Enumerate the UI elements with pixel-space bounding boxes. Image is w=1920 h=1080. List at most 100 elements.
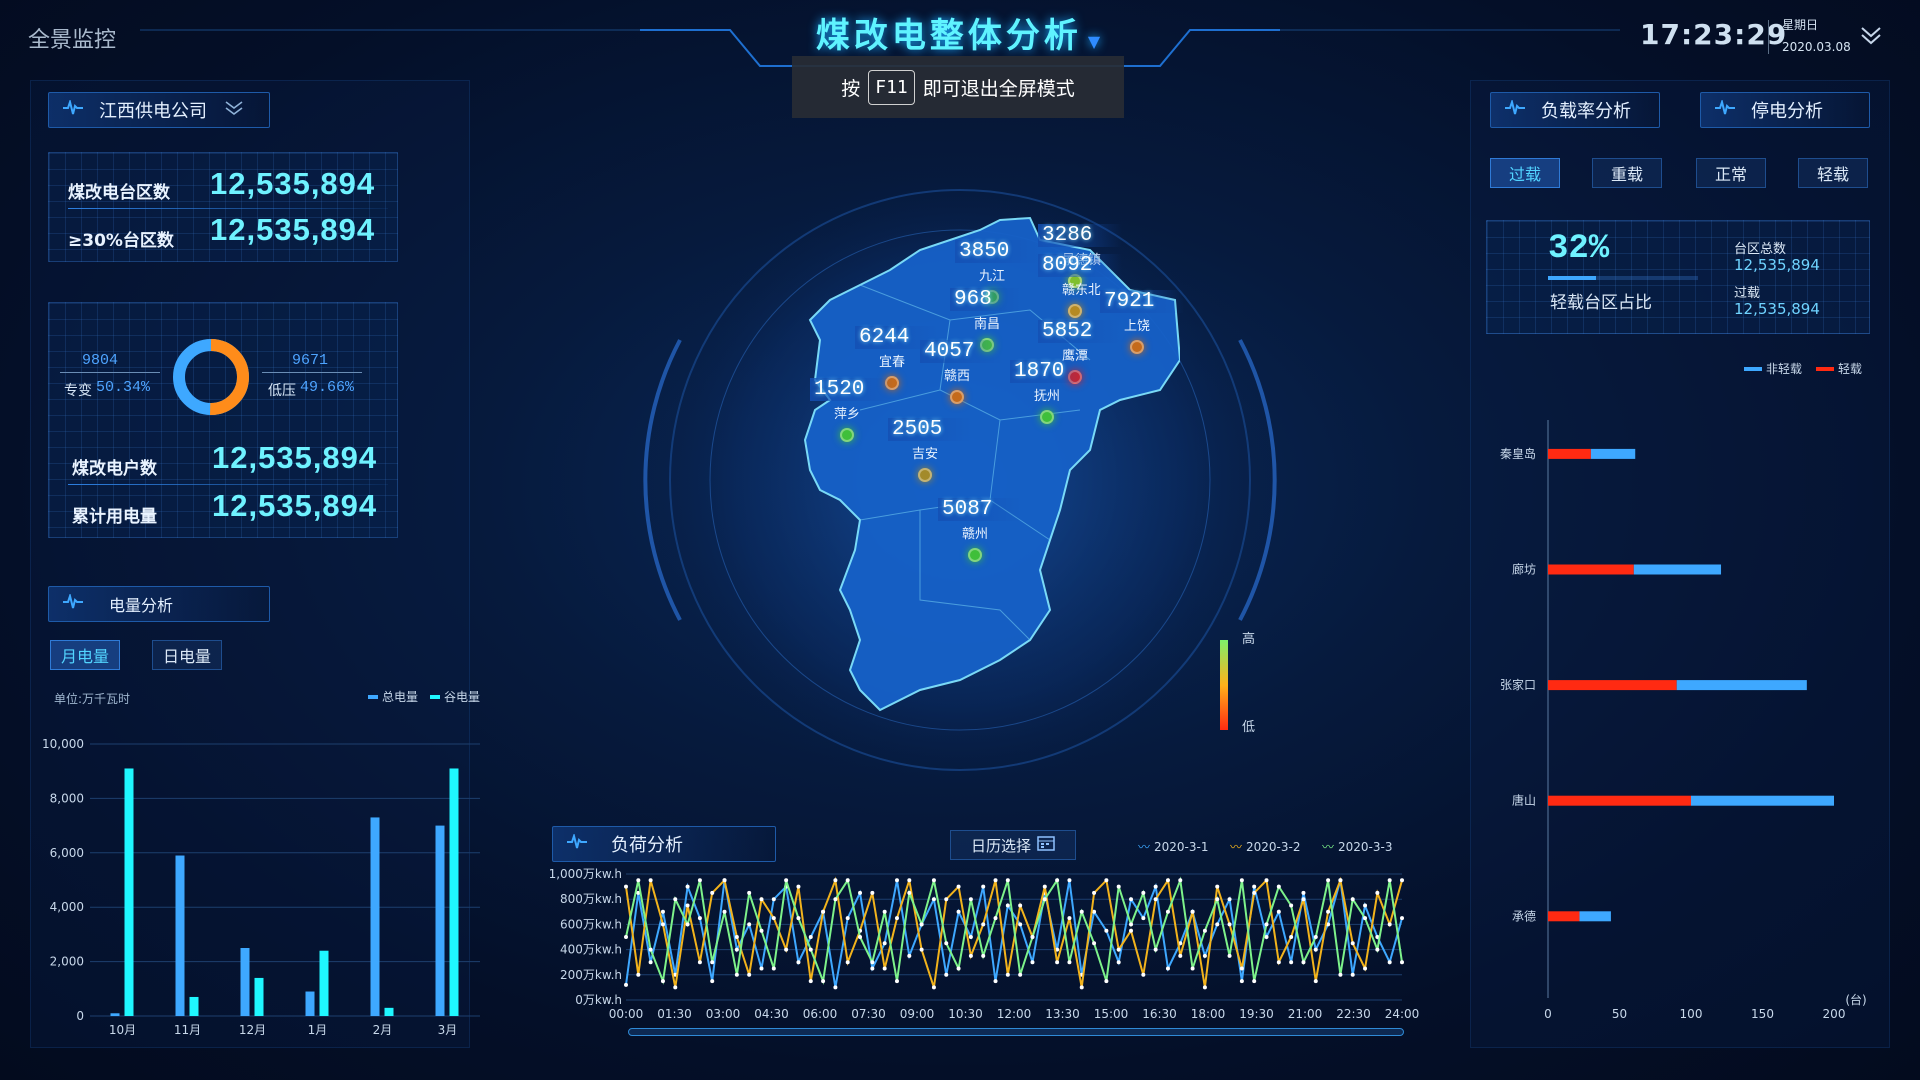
chevron-double-down-icon[interactable]: [1856, 20, 1886, 50]
data-point: [1141, 972, 1146, 977]
data-point: [1350, 897, 1355, 902]
tab-outage[interactable]: 停电分析: [1700, 92, 1870, 128]
data-point: [1055, 960, 1060, 965]
map-region-marker[interactable]: 4057 赣西: [920, 340, 1005, 404]
page-title-text: 煤改电整体分析: [815, 16, 1082, 56]
data-point: [968, 897, 973, 902]
data-point: [931, 878, 936, 883]
data-point: [1018, 972, 1023, 977]
data-point: [1067, 960, 1072, 965]
region-value: 968: [950, 288, 1022, 311]
data-point: [1092, 941, 1097, 946]
x-tick-label: 12:00: [997, 1007, 1032, 1021]
legend-swatch: [368, 694, 378, 699]
company-selector[interactable]: 江西供电公司: [48, 92, 270, 128]
line-legend-icon: 〰: [1230, 840, 1243, 854]
stat-value-households: 12,535,894: [212, 440, 378, 475]
total-value: 12,535,894: [1734, 256, 1820, 274]
time-range-scrollbar[interactable]: [628, 1028, 1404, 1036]
data-point: [771, 916, 776, 921]
filter-heavy[interactable]: 重载: [1592, 158, 1662, 188]
clock-divider: [1768, 20, 1769, 54]
donut-left-value: 9804: [82, 352, 119, 369]
data-point: [870, 890, 875, 895]
map-region-marker[interactable]: 5087 赣州: [938, 498, 1023, 562]
data-point: [1116, 884, 1121, 889]
data-point: [1030, 960, 1035, 965]
tab-daily[interactable]: 日电量: [152, 640, 222, 670]
filter-normal[interactable]: 正常: [1696, 158, 1766, 188]
data-point: [1252, 979, 1257, 984]
donut-right-value: 9671: [292, 352, 329, 369]
map-legend-gradient: [1220, 640, 1228, 730]
bar: [124, 768, 134, 1016]
data-point: [771, 966, 776, 971]
filter-overload[interactable]: 过载: [1490, 158, 1560, 188]
data-point: [1202, 928, 1207, 933]
data-point: [660, 909, 665, 914]
calendar-label: 日历选择: [970, 836, 1031, 855]
x-tick-label: 22:30: [1336, 1007, 1371, 1021]
hint-suffix: 即可退出全屏模式: [922, 77, 1075, 100]
legend-day2[interactable]: 〰 2020-3-2: [1230, 838, 1300, 855]
page-title[interactable]: 煤改电整体分析 ▼: [800, 8, 1120, 57]
tab-load-rate[interactable]: 负载率分析: [1490, 92, 1660, 128]
legend-day3[interactable]: 〰 2020-3-3: [1322, 838, 1392, 855]
title-dropdown-icon[interactable]: ▼: [1088, 32, 1104, 51]
data-point: [1276, 884, 1281, 889]
data-point: [747, 890, 752, 895]
data-point: [1400, 960, 1404, 965]
data-point: [882, 966, 887, 971]
map-region-marker[interactable]: 1520 萍乡: [810, 378, 895, 442]
data-point: [1400, 878, 1404, 883]
legend-valley: 谷电量: [430, 688, 480, 705]
calendar-select-button[interactable]: 日历选择: [950, 830, 1076, 860]
data-point: [1252, 890, 1257, 895]
data-point: [1030, 935, 1035, 939]
bar-segment: [1548, 680, 1677, 691]
data-point: [1190, 909, 1195, 914]
legend-day1[interactable]: 〰 2020-3-1: [1138, 838, 1208, 855]
load-line-chart: 1,000万kw.h 800万kw.h 600万kw.h 400万kw.h 200万kw…: [550, 867, 1419, 1021]
data-point: [956, 966, 961, 971]
ratio-track: [1548, 276, 1698, 280]
data-point: [956, 884, 961, 889]
data-point: [858, 890, 863, 895]
data-point: [1153, 897, 1158, 902]
bar-segment: [1548, 564, 1634, 575]
data-point: [1104, 979, 1109, 984]
data-point: [1018, 903, 1023, 908]
data-point: [710, 890, 715, 895]
data-point: [1239, 979, 1244, 984]
data-point: [870, 966, 875, 971]
data-point: [1289, 960, 1294, 965]
ratio-percent: 32%: [1548, 230, 1610, 268]
data-point: [1264, 935, 1269, 939]
x-tick-label: 21:00: [1288, 1007, 1323, 1021]
pulse-icon: [567, 831, 587, 855]
data-point: [1239, 878, 1244, 883]
data-point: [931, 897, 936, 902]
bar: [110, 1013, 120, 1016]
region-value: 4057: [920, 340, 1005, 363]
map-region-marker[interactable]: 2505 吉安: [888, 418, 973, 482]
data-point: [759, 966, 764, 971]
legend-label: 轻载: [1838, 362, 1863, 376]
data-point: [1042, 884, 1047, 889]
load-hbar-chart: 0 50 100 150 200(台) 秦皇岛廊坊张家口唐山承德: [1500, 420, 1867, 1021]
chevron-double-down-icon[interactable]: [223, 99, 245, 122]
data-point: [1005, 972, 1010, 977]
donut-left-label: 专变: [64, 383, 92, 399]
data-point: [1067, 878, 1072, 883]
filter-light[interactable]: 轻载: [1798, 158, 1868, 188]
y-tick-label: 400万kw.h: [560, 943, 622, 957]
data-point: [1375, 890, 1380, 895]
data-point: [1215, 897, 1220, 902]
app-title: 全景监控: [28, 28, 117, 53]
region-status-dot: [950, 390, 964, 404]
data-point: [808, 979, 813, 984]
tab-monthly[interactable]: 月电量: [50, 640, 120, 670]
map-region-marker[interactable]: 1870 抚州: [1010, 360, 1095, 424]
y-tick-label: 8,000: [50, 791, 84, 805]
data-point: [1178, 878, 1183, 883]
